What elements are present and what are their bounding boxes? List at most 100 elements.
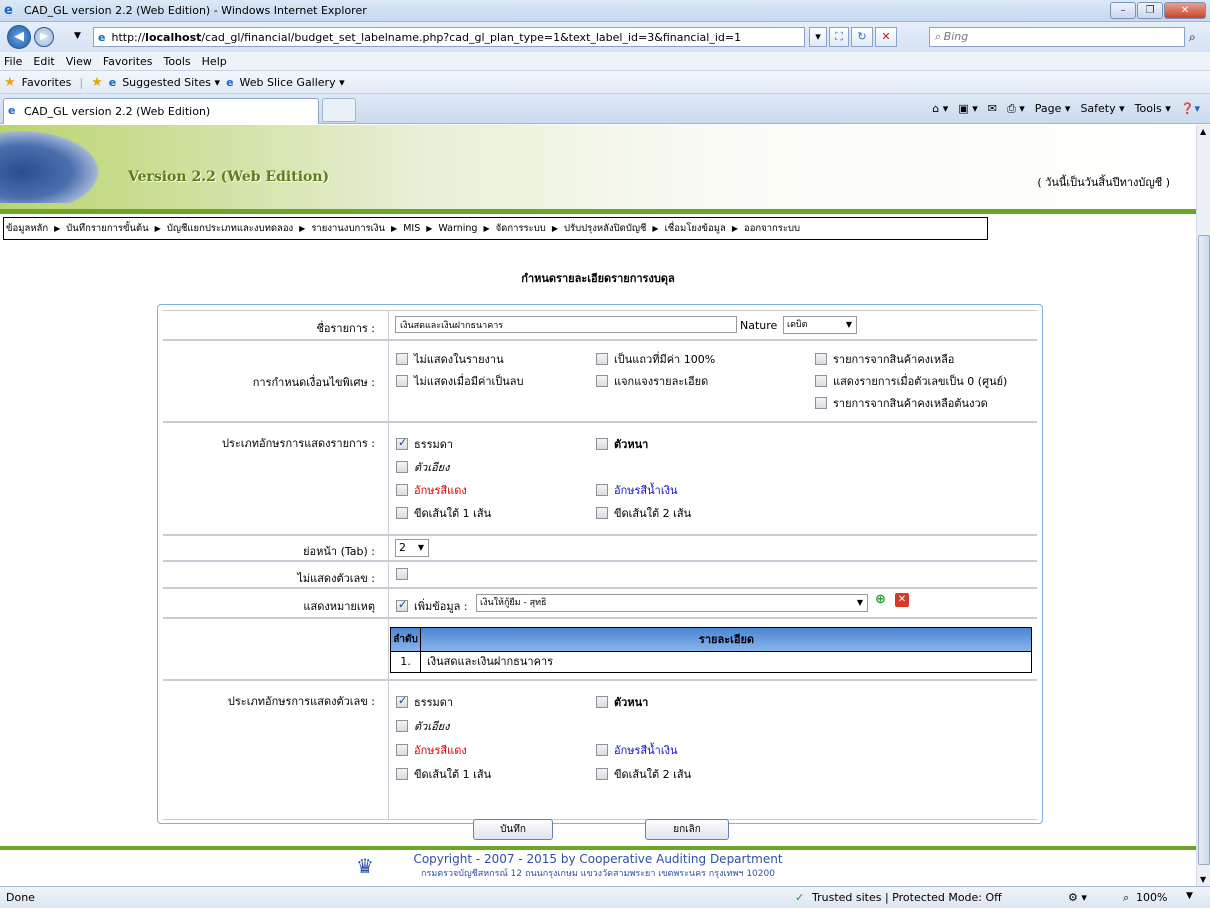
save-button[interactable]: บันทึก [473,819,553,840]
zoom-dropdown-icon[interactable]: ▼ [1186,891,1193,901]
opt-bold[interactable]: ตัวหนา [596,435,648,453]
nav-item[interactable]: MIS [403,223,420,234]
opt-underline-2[interactable]: ขีดเส้นใต้ 2 เส้น [596,504,691,522]
num-opt-normal[interactable]: ธรรมดา [396,693,453,711]
nav-item[interactable]: ข้อมูลหลัก [6,221,48,236]
menu-edit[interactable]: Edit [33,55,54,68]
menu-file[interactable]: File [4,55,22,68]
checkbox-checked[interactable] [396,598,408,612]
checkbox[interactable] [596,353,608,365]
opt-normal[interactable]: ธรรมดา [396,435,453,453]
nav-item[interactable]: เชื่อมโยงข้อมูล [665,221,726,236]
stop-icon[interactable]: ✕ [875,27,897,47]
menu-favorites[interactable]: Favorites [103,55,153,68]
compatibility-icon[interactable]: ⛶ [829,27,849,47]
new-tab-button[interactable] [322,98,356,122]
history-dropdown-icon[interactable]: ▼ [74,31,81,41]
checkbox[interactable] [396,744,408,756]
opt-hide-number[interactable] [396,568,414,581]
browser-tab[interactable]: e CAD_GL version 2.2 (Web Edition) [3,98,319,124]
web-slice-gallery-link[interactable]: Web Slice Gallery ▾ [240,76,345,89]
nature-select[interactable]: เดบิต ▼ [783,316,857,334]
maximize-button[interactable]: ❐ [1137,2,1163,19]
help-icon[interactable]: ❓▾ [1181,102,1200,116]
checkbox-checked[interactable] [396,436,408,450]
add-icon[interactable]: ⊕ [875,592,886,607]
forward-button[interactable]: ▶ [34,27,54,47]
checkbox[interactable] [596,507,608,519]
search-button-icon[interactable]: ⌕ [1189,30,1196,45]
close-button[interactable]: ✕ [1164,2,1206,19]
feeds-icon[interactable]: ▣ ▾ [958,102,977,116]
num-opt-underline-2[interactable]: ขีดเส้นใต้ 2 เส้น [596,765,691,783]
checkbox[interactable] [596,768,608,780]
opt-show-zero[interactable]: แสดงรายการเมื่อตัวเลขเป็น 0 (ศูนย์) [815,372,1007,390]
minimize-button[interactable]: – [1110,2,1136,19]
opt-add-data[interactable]: เพิ่มข้อมูล : [396,597,468,615]
num-opt-red[interactable]: อักษรสีแดง [396,741,467,759]
checkbox[interactable] [396,375,408,387]
checkbox[interactable] [396,768,408,780]
note-select[interactable]: เงินให้กู้ยืม - สุทธิ ▼ [476,594,868,612]
vertical-scrollbar[interactable]: ▲ ▼ [1196,125,1210,886]
scroll-up-icon[interactable]: ▲ [1200,127,1206,136]
opt-inventory[interactable]: รายการจากสินค้าคงเหลือ [815,350,954,368]
zone-settings-icon[interactable]: ⚙ ▾ [1068,891,1087,904]
checkbox[interactable] [396,484,408,496]
num-opt-blue[interactable]: อักษรสีน้ำเงิน [596,741,678,759]
checkbox-checked[interactable] [396,694,408,708]
zoom-level[interactable]: 100% [1136,891,1167,904]
menu-tools[interactable]: Tools [164,55,191,68]
num-opt-italic[interactable]: ตัวเอียง [396,717,450,735]
menu-help[interactable]: Help [202,55,227,68]
search-input[interactable]: ⌕ Bing [929,27,1185,47]
nav-item[interactable]: ออกจากระบบ [744,221,800,236]
num-opt-underline-1[interactable]: ขีดเส้นใต้ 1 เส้น [396,765,491,783]
checkbox[interactable] [596,744,608,756]
page-menu[interactable]: Page ▾ [1035,102,1071,116]
mail-icon[interactable]: ✉ [988,102,997,116]
checkbox[interactable] [396,353,408,365]
opt-red[interactable]: อักษรสีแดง [396,481,467,499]
home-icon[interactable]: ⌂ ▾ [932,102,948,116]
nav-item[interactable]: บัญชีแยกประเภทและงบทดลอง [167,221,293,236]
checkbox[interactable] [815,375,827,387]
checkbox[interactable] [596,438,608,450]
opt-row-100[interactable]: เป็นแถวที่มีค่า 100% [596,350,715,368]
opt-underline-1[interactable]: ขีดเส้นใต้ 1 เส้น [396,504,491,522]
checkbox[interactable] [596,696,608,708]
checkbox[interactable] [815,397,827,409]
menu-view[interactable]: View [66,55,92,68]
opt-hide-negative[interactable]: ไม่แสดงเมื่อมีค่าเป็นลบ [396,372,524,390]
checkbox[interactable] [396,568,408,580]
opt-inventory-begin[interactable]: รายการจากสินค้าคงเหลือต้นงวด [815,394,988,412]
checkbox[interactable] [396,507,408,519]
url-field[interactable]: e http://localhost/cad_gl/financial/budg… [93,27,805,47]
refresh-icon[interactable]: ↻ [851,27,873,47]
checkbox[interactable] [396,461,408,473]
print-icon[interactable]: ⎙ ▾ [1007,102,1025,116]
num-opt-bold[interactable]: ตัวหนา [596,693,648,711]
safety-menu[interactable]: Safety ▾ [1080,102,1124,116]
checkbox[interactable] [596,375,608,387]
opt-detail[interactable]: แจกแจงรายละเอียด [596,372,708,390]
checkbox[interactable] [815,353,827,365]
checkbox[interactable] [596,484,608,496]
nav-item[interactable]: Warning [438,223,477,234]
indent-select[interactable]: 2 ▼ [395,539,429,557]
back-button[interactable]: ◀ [7,25,31,49]
scrollbar-thumb[interactable] [1198,235,1210,865]
add-favorite-icon[interactable]: ★ [91,75,103,90]
zoom-icon[interactable]: ⌕ [1123,891,1129,905]
nav-item[interactable]: รายงานงบการเงิน [311,221,385,236]
nav-item[interactable]: ปรับปรุงหลังปิดบัญชี [564,221,646,236]
scroll-down-icon[interactable]: ▼ [1200,875,1206,884]
favorites-button[interactable]: Favorites [22,76,72,89]
opt-italic[interactable]: ตัวเอียง [396,458,450,476]
opt-blue[interactable]: อักษรสีน้ำเงิน [596,481,678,499]
checkbox[interactable] [396,720,408,732]
suggested-sites-link[interactable]: Suggested Sites ▾ [122,76,220,89]
nav-item[interactable]: บันทึกรายการขั้นต้น [66,221,148,236]
url-dropdown-icon[interactable]: ▾ [809,27,827,47]
tools-menu[interactable]: Tools ▾ [1135,102,1171,116]
